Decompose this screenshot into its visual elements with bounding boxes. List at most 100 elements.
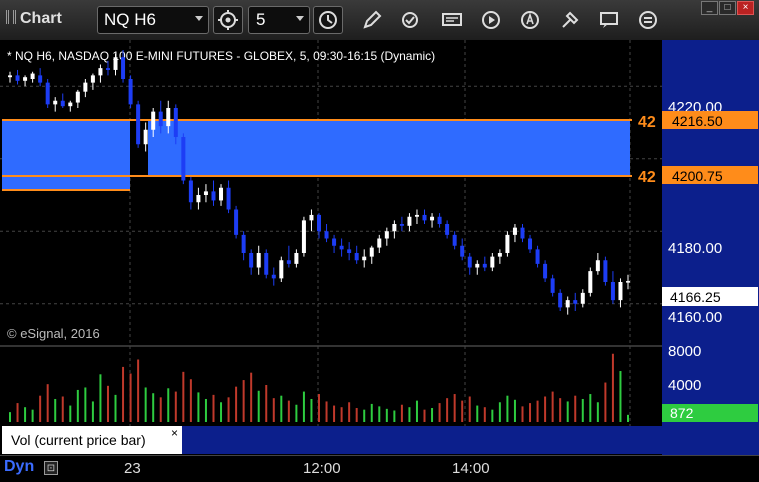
footer-mode-label[interactable]: Dyn [4, 458, 34, 476]
candle-body [23, 77, 28, 81]
candle-body [392, 224, 397, 232]
volume-tick-label: 8000 [668, 343, 701, 360]
time-axis-label: 23 [124, 460, 141, 477]
chart-canvas[interactable]: * NQ H6, NASDAQ 100 E-MINI FUTURES - GLO… [0, 40, 759, 455]
candle-body [588, 271, 593, 293]
minimize-button[interactable]: _ [701, 1, 718, 15]
interval-selector[interactable]: 5 [248, 6, 310, 34]
candle-body [580, 292, 585, 304]
chevron-down-icon [296, 16, 304, 21]
order-qty-lower[interactable]: 42 [638, 169, 656, 186]
time-axis[interactable]: Dyn ⊡ 23 12:00 14:00 [0, 455, 759, 482]
candle-body [512, 227, 517, 235]
symbol-value: NQ H6 [104, 10, 156, 29]
candle-body [173, 108, 178, 137]
last-volume-label: 872 [670, 405, 694, 421]
candle [181, 133, 186, 185]
play-icon[interactable] [479, 8, 503, 32]
candle [279, 256, 284, 282]
chat-icon[interactable] [597, 8, 621, 32]
candle-body [105, 68, 110, 70]
study-close-icon[interactable]: × [171, 426, 178, 440]
candle-body [151, 111, 156, 130]
close-button[interactable]: × [737, 1, 754, 15]
chart-description: * NQ H6, NASDAQ 100 E-MINI FUTURES - GLO… [7, 49, 435, 63]
candle-body [520, 227, 525, 239]
lock-icon[interactable]: ⊡ [44, 461, 58, 475]
candle-body [121, 57, 126, 79]
candle-body [249, 253, 254, 268]
candle-body [241, 234, 246, 253]
candle-body [271, 274, 276, 279]
candle-body [482, 263, 487, 268]
candle-body [354, 253, 359, 261]
maximize-button[interactable]: □ [719, 1, 736, 15]
chart-titlebar: Chart NQ H6 5 _ □ × [0, 0, 759, 41]
candle-body [460, 245, 465, 257]
tools-icon[interactable] [558, 8, 582, 32]
candle-body [256, 253, 261, 268]
candle-body [558, 292, 563, 308]
candle-body [528, 238, 533, 250]
order-zone[interactable] [2, 120, 630, 176]
order-zone-extension [2, 176, 130, 190]
candle-body [339, 245, 344, 250]
symbol-selector[interactable]: NQ H6 [97, 6, 209, 34]
drag-grip-icon[interactable] [6, 10, 16, 24]
order-price-lower: 4200.75 [672, 168, 723, 184]
order-qty-upper[interactable]: 42 [638, 114, 656, 131]
volume-tick-label: 4000 [668, 377, 701, 394]
candle-body [113, 57, 118, 70]
candle-body [309, 214, 314, 221]
refresh-icon[interactable] [398, 8, 422, 32]
pencil-icon[interactable] [360, 8, 384, 32]
candle [264, 249, 269, 279]
candle-body [414, 214, 419, 217]
candle-body [362, 256, 367, 261]
candle-body [279, 260, 284, 279]
price-tick-label: 4160.00 [668, 309, 722, 326]
candle-body [15, 75, 20, 81]
menu-icon[interactable] [636, 8, 660, 32]
candle-body [610, 282, 615, 301]
alert-icon[interactable] [518, 8, 542, 32]
candle-body [203, 191, 208, 195]
settings-button[interactable] [213, 6, 243, 34]
candle [301, 216, 306, 257]
candle-body [377, 238, 382, 248]
candle-body [196, 195, 201, 203]
candle-body [407, 216, 412, 226]
pane-divider[interactable] [0, 345, 662, 347]
candle-body [497, 253, 502, 257]
candle-body [286, 260, 291, 264]
price-tick-label: 4180.00 [668, 240, 722, 257]
candle-body [430, 216, 435, 221]
candle-body [234, 209, 239, 235]
time-axis-label: 12:00 [303, 460, 341, 477]
candle-body [317, 214, 321, 232]
candle-body [75, 91, 80, 103]
last-price-label: 4166.25 [670, 289, 721, 305]
candle-body [475, 263, 480, 268]
candle [588, 267, 593, 297]
candle-body [565, 300, 570, 308]
candle-body [422, 214, 427, 221]
candle-body [60, 100, 65, 107]
candle-body [301, 220, 306, 253]
candle-body [618, 282, 623, 301]
candle-body [324, 231, 329, 239]
candle-body [399, 224, 404, 226]
candle-body [543, 263, 548, 279]
candle-body [445, 224, 450, 235]
candle-body [369, 247, 374, 257]
candle-body [30, 73, 35, 79]
candle-body [294, 253, 299, 264]
candle-body [550, 278, 555, 293]
candle [136, 100, 141, 148]
interval-clock-button[interactable] [313, 6, 343, 34]
candle-body [90, 75, 95, 83]
candle-body [535, 249, 540, 264]
candle-body [505, 234, 510, 253]
news-icon[interactable] [440, 8, 464, 32]
interval-value: 5 [256, 10, 266, 29]
